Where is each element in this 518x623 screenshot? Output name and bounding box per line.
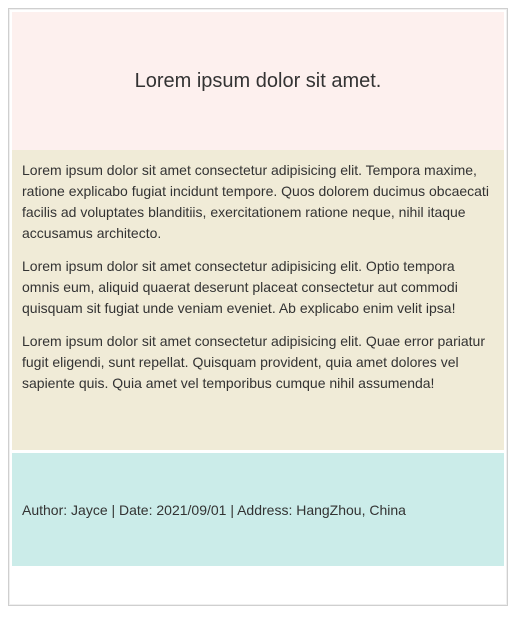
page-container: Lorem ipsum dolor sit amet. Lorem ipsum … <box>8 8 508 606</box>
paragraph-2: Lorem ipsum dolor sit amet consectetur a… <box>22 258 458 316</box>
main-content: Lorem ipsum dolor sit amet consectetur a… <box>12 150 504 450</box>
footer-info: Author: Jayce | Date: 2021/09/01 | Addre… <box>22 501 406 518</box>
paragraph-3: Lorem ipsum dolor sit amet consectetur a… <box>22 333 485 391</box>
paragraph-1: Lorem ipsum dolor sit amet consectetur a… <box>22 162 489 241</box>
page-footer: Author: Jayce | Date: 2021/09/01 | Addre… <box>12 453 504 566</box>
page-header: Lorem ipsum dolor sit amet. <box>12 12 504 151</box>
page-title: Lorem ipsum dolor sit amet. <box>134 70 382 92</box>
